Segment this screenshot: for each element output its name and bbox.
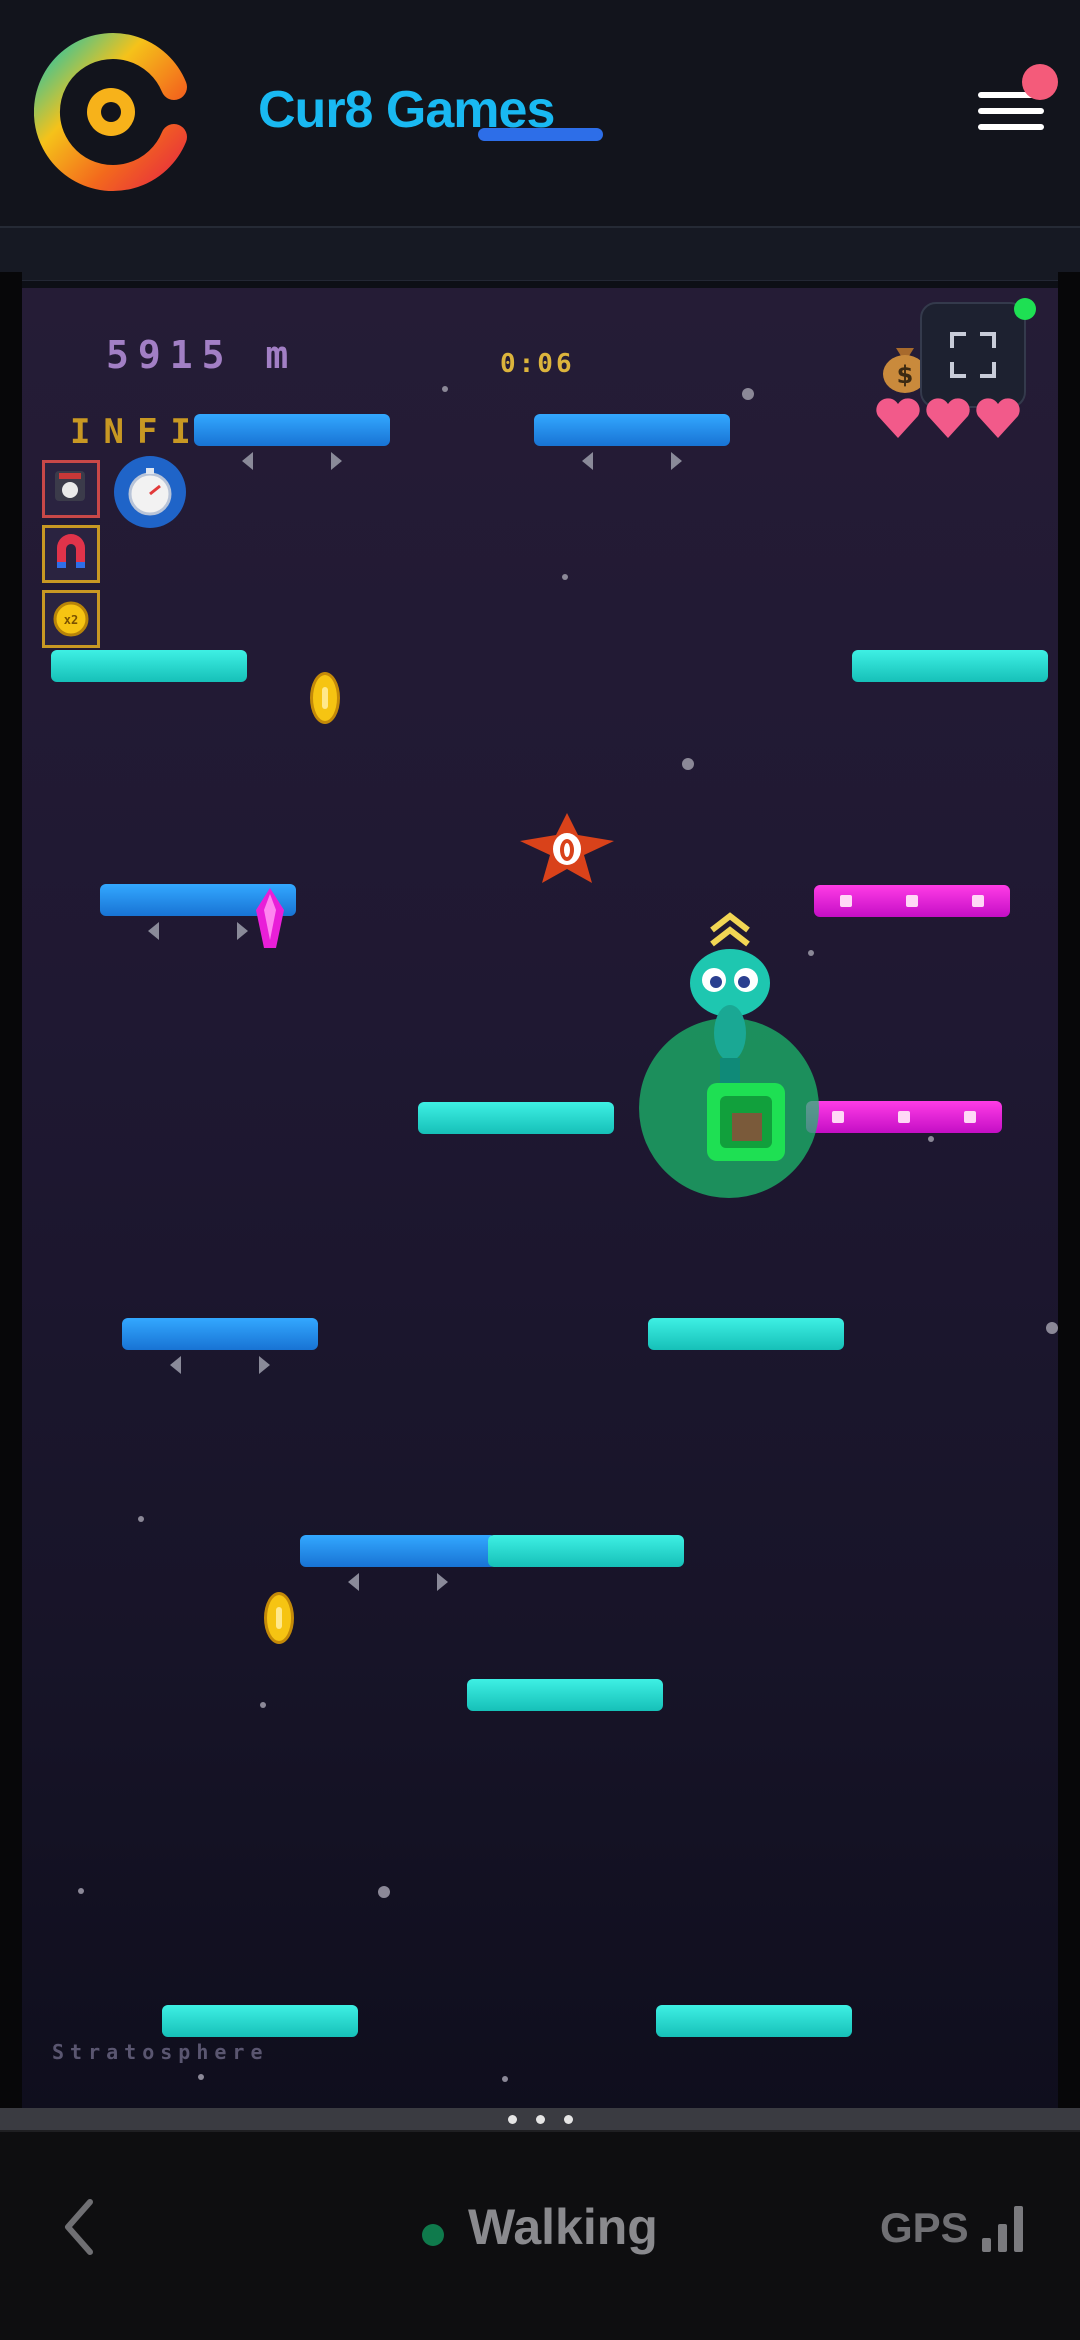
menu-line	[978, 124, 1044, 130]
space-dust	[260, 1702, 266, 1708]
right-letterbox	[1058, 272, 1080, 2112]
menu-line	[978, 108, 1044, 114]
static-platform	[162, 2005, 358, 2037]
static-platform	[852, 650, 1048, 682]
left-letterbox	[0, 272, 22, 2112]
brand-underline	[478, 128, 603, 141]
run-timer: 0:06	[500, 349, 575, 379]
notification-dot	[1022, 64, 1058, 100]
space-dust	[78, 1888, 84, 1894]
site-header: Cur8 Games	[0, 0, 1080, 228]
heart-icon	[876, 398, 920, 438]
header-divider-band	[0, 228, 1080, 281]
dice-powerup-icon	[42, 460, 100, 518]
static-platform	[656, 2005, 852, 2037]
crumbling-platform	[814, 885, 1010, 917]
chevron-left-icon[interactable]	[56, 2192, 106, 2262]
space-dust	[378, 1886, 390, 1898]
space-dust	[742, 388, 754, 400]
handle-dot	[564, 2115, 573, 2124]
static-platform	[648, 1318, 844, 1350]
platform-move-arrows	[170, 1354, 270, 1378]
crumbling-platform	[806, 1101, 1002, 1133]
platform-move-arrows	[148, 920, 248, 944]
platform-move-arrows	[242, 450, 342, 474]
static-platform	[488, 1535, 684, 1567]
coin-icon	[264, 1592, 294, 1644]
crystal-icon	[256, 888, 284, 948]
platform-move-arrows	[348, 1571, 448, 1595]
one-eyed-star-enemy-icon	[520, 813, 614, 883]
coin-icon	[310, 672, 340, 724]
static-platform	[51, 650, 247, 682]
sheet-handle[interactable]	[0, 2108, 1080, 2130]
moving-platform	[122, 1318, 318, 1350]
svg-text:x2: x2	[64, 613, 78, 627]
lives-hearts	[876, 398, 1020, 438]
magnet-powerup-icon	[42, 525, 100, 583]
space-dust	[928, 1136, 934, 1142]
static-platform	[418, 1102, 614, 1134]
cur8-logo-icon[interactable]	[34, 32, 188, 192]
app: Cur8 Games 5915 m 0:06 INFINITE	[0, 0, 1080, 2340]
space-dust	[562, 574, 568, 580]
stopwatch-powerup-icon	[114, 456, 186, 528]
coin-multiplier-powerup-icon: x2	[42, 590, 100, 648]
activity-status: Walking	[468, 2199, 658, 2255]
heart-icon	[976, 398, 1020, 438]
space-dust	[442, 386, 448, 392]
alien-player-icon	[690, 912, 785, 1161]
activity-status-dot	[422, 2224, 444, 2246]
moving-platform	[534, 414, 730, 446]
game-canvas[interactable]: 5915 m 0:06 INFINITE	[22, 288, 1058, 2108]
space-dust	[1046, 1322, 1058, 1334]
space-dust	[138, 1516, 144, 1522]
handle-dot	[536, 2115, 545, 2124]
svg-text:$: $	[897, 361, 914, 389]
heart-icon	[926, 398, 970, 438]
static-platform	[467, 1679, 663, 1711]
moving-platform	[300, 1535, 496, 1567]
space-dust	[502, 2076, 508, 2082]
signal-bars-icon	[982, 2204, 1026, 2252]
brand-container: Cur8 Games	[258, 70, 603, 150]
moving-platform	[194, 414, 390, 446]
distance-counter: 5915 m	[106, 333, 298, 377]
activity-bar: Walking GPS	[0, 2130, 1080, 2340]
connection-status-dot	[1014, 298, 1036, 320]
space-dust	[682, 758, 694, 770]
handle-dot	[508, 2115, 517, 2124]
space-dust	[198, 2074, 204, 2080]
zone-label: Stratosphere	[52, 2040, 269, 2064]
platform-move-arrows	[582, 450, 682, 474]
gps-label: GPS	[880, 2204, 969, 2251]
